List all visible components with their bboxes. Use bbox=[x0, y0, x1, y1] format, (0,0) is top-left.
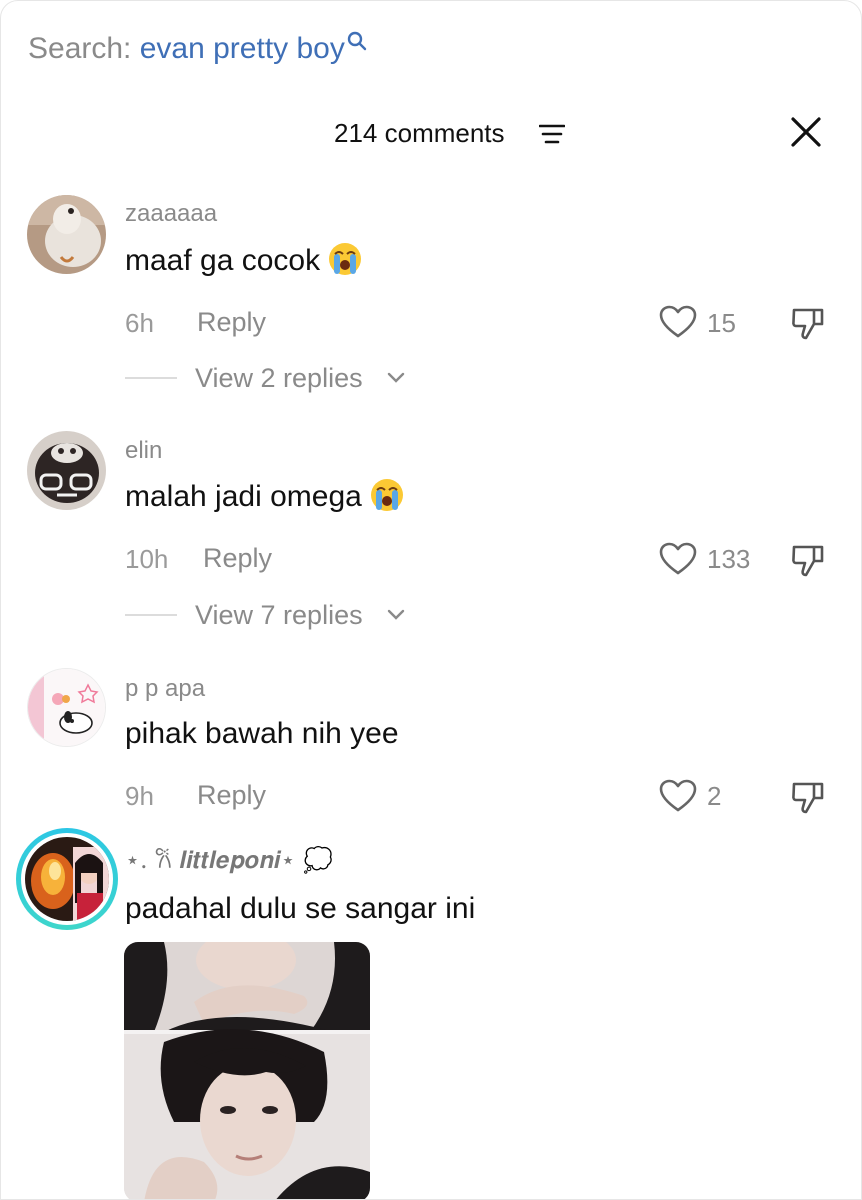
divider-line bbox=[125, 614, 177, 616]
search-suggestion[interactable]: Search: evan pretty boy bbox=[28, 29, 367, 69]
search-icon[interactable] bbox=[347, 31, 367, 51]
comment-username[interactable]: ⋆. 𐙚 𝒍𝒊𝒕𝒕𝒍𝒆𝒑𝒐𝒏𝒊⋆ 💭 bbox=[125, 845, 333, 875]
comments-header: 214 comments bbox=[1, 113, 861, 153]
comment-photo[interactable] bbox=[124, 942, 370, 1199]
loudly-crying-face-icon bbox=[329, 243, 362, 275]
comment-time: 9h bbox=[125, 781, 154, 811]
chevron-down-icon[interactable] bbox=[387, 372, 405, 384]
comment-text: pihak bawah nih yee bbox=[125, 717, 399, 750]
divider-line bbox=[125, 377, 177, 379]
avatar[interactable] bbox=[27, 195, 106, 274]
like-count: 2 bbox=[707, 781, 722, 811]
sort-icon[interactable] bbox=[539, 123, 565, 145]
reply-button[interactable]: Reply bbox=[203, 542, 272, 574]
heart-icon[interactable] bbox=[659, 779, 697, 813]
avatar[interactable] bbox=[25, 837, 109, 921]
comment-username[interactable]: zaaaaaa bbox=[125, 199, 217, 229]
comment-time: 6h bbox=[125, 308, 154, 338]
avatar[interactable] bbox=[27, 431, 106, 510]
like-count: 15 bbox=[707, 308, 736, 338]
reply-button[interactable]: Reply bbox=[197, 779, 266, 811]
comment-count: 214 comments bbox=[334, 118, 505, 148]
heart-icon[interactable] bbox=[659, 542, 697, 576]
comment-username[interactable]: p p apa bbox=[125, 674, 205, 704]
view-replies-row[interactable]: View 7 replies bbox=[125, 599, 425, 631]
comments-panel: Search: evan pretty boy 214 comments zaa… bbox=[0, 0, 862, 1200]
dislike-icon[interactable] bbox=[790, 304, 828, 342]
view-replies-button[interactable]: View 7 replies bbox=[195, 599, 363, 631]
dislike-icon[interactable] bbox=[790, 541, 828, 579]
comment-text: maaf ga cocok bbox=[125, 242, 362, 280]
comment-text: malah jadi omega bbox=[125, 478, 404, 516]
search-label: Search: bbox=[28, 32, 132, 65]
comment-text: padahal dulu se sangar ini bbox=[125, 892, 476, 925]
comment-username[interactable]: elin bbox=[125, 436, 162, 466]
view-replies-button[interactable]: View 2 replies bbox=[195, 362, 363, 394]
chevron-down-icon[interactable] bbox=[387, 609, 405, 621]
story-ring[interactable] bbox=[16, 828, 118, 930]
close-icon[interactable] bbox=[789, 115, 823, 149]
loudly-crying-face-icon bbox=[370, 479, 403, 511]
dislike-icon[interactable] bbox=[790, 778, 828, 816]
search-query[interactable]: evan pretty boy bbox=[140, 32, 345, 65]
story-ring-gap bbox=[21, 833, 113, 925]
view-replies-row[interactable]: View 2 replies bbox=[125, 362, 425, 394]
avatar[interactable] bbox=[27, 668, 106, 747]
comment-time: 10h bbox=[125, 544, 169, 574]
reply-button[interactable]: Reply bbox=[197, 306, 266, 338]
like-count: 133 bbox=[707, 544, 751, 574]
heart-icon[interactable] bbox=[659, 305, 697, 339]
